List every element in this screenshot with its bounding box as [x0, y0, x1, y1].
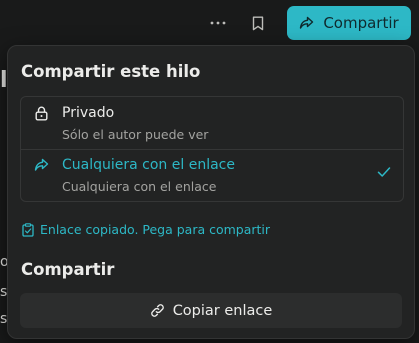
bookmark-button[interactable]	[245, 10, 271, 36]
option-private[interactable]: Privado Sólo el autor puede ver	[21, 97, 403, 150]
checkmark-icon	[377, 163, 393, 179]
clipboard-check-icon	[22, 222, 34, 237]
bookmark-icon	[252, 16, 264, 30]
thread-toolbar: Compartir	[0, 0, 419, 44]
visibility-options: Privado Sólo el autor puede ver Cualquie…	[20, 96, 404, 202]
option-anyone-with-link[interactable]: Cualquiera con el enlace Cualquiera con …	[21, 149, 403, 201]
more-options-button[interactable]	[205, 10, 231, 36]
option-private-label: Privado	[62, 105, 115, 121]
share-popover: Compartir este hilo Privado Sólo el auto…	[7, 45, 415, 339]
share-arrow-icon	[33, 157, 49, 173]
copy-link-label: Copiar enlace	[172, 302, 273, 319]
share-section-title: Compartir	[21, 260, 115, 279]
option-private-description: Sólo el autor puede ver	[62, 127, 209, 142]
share-arrow-icon	[300, 16, 314, 29]
link-copied-notice: Enlace copiado. Pega para compartir	[22, 222, 270, 237]
link-icon	[150, 304, 164, 317]
popover-title: Compartir este hilo	[21, 62, 201, 81]
lock-icon	[33, 105, 49, 121]
link-copied-text: Enlace copiado. Pega para compartir	[40, 222, 271, 237]
share-button-label: Compartir	[323, 14, 399, 32]
option-anyone-label: Cualquiera con el enlace	[62, 157, 235, 173]
option-anyone-description: Cualquiera con el enlace	[62, 179, 217, 194]
share-button[interactable]: Compartir	[287, 6, 411, 40]
ellipsis-icon	[210, 21, 226, 25]
copy-link-button[interactable]: Copiar enlace	[20, 293, 402, 328]
